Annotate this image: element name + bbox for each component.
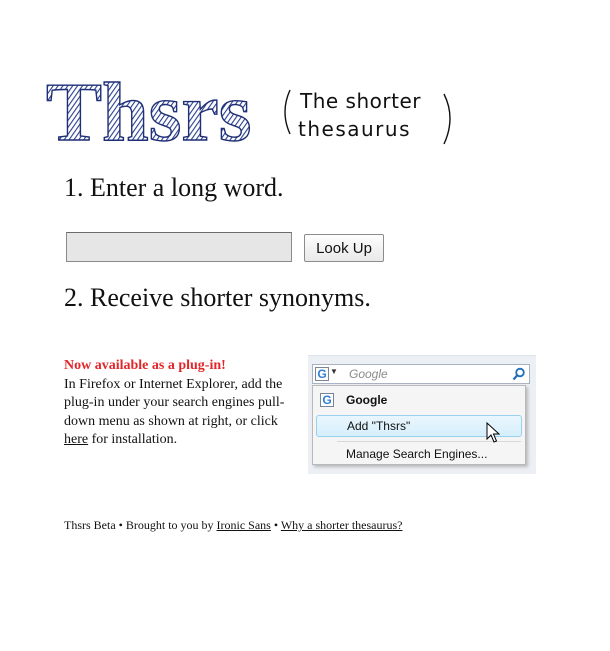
plugin-body-end: for installation. <box>88 432 178 447</box>
footer-separator: • <box>270 518 281 532</box>
tagline: The shorter thesaurus <box>284 89 451 145</box>
menu-item-google-label: Google <box>346 393 388 407</box>
browser-search-box: G ▼ Google <box>312 364 530 384</box>
step-2-heading: 2. Receive shorter synonyms. <box>64 283 371 312</box>
plugin-body: In Firefox or Internet Explorer, add the… <box>64 376 285 429</box>
footer: Thsrs Beta • Brought to you by Ironic Sa… <box>64 518 402 533</box>
tagline-line2: thesaurus <box>298 117 411 141</box>
google-engine-icon: G <box>315 367 329 381</box>
logo-text: Thsrs <box>46 70 251 150</box>
google-icon: G <box>320 393 334 407</box>
menu-item-manage-engines: Manage Search Engines... <box>346 447 488 461</box>
mouse-pointer-icon <box>486 422 501 443</box>
look-up-button[interactable]: Look Up <box>304 234 384 262</box>
install-link[interactable]: here <box>64 432 88 447</box>
plugin-title: Now available as a plug-in! <box>64 358 226 373</box>
why-shorter-link[interactable]: Why a shorter thesaurus? <box>281 518 403 532</box>
word-input[interactable] <box>66 232 292 262</box>
browser-search-placeholder: Google <box>349 367 388 381</box>
menu-item-google: G Google <box>316 390 522 410</box>
step-1-heading: 1. Enter a long word. <box>64 173 284 202</box>
dropdown-caret-icon: ▼ <box>330 367 338 376</box>
footer-prefix: Thsrs Beta • Brought to you by <box>64 518 217 532</box>
plugin-screenshot: G ▼ Google G Google Add "Thsrs" Manage S… <box>308 355 536 474</box>
tagline-line1: The shorter <box>299 89 421 113</box>
thsrs-logo: Thsrs <box>45 70 252 150</box>
magnifier-icon <box>512 367 525 381</box>
plugin-info: Now available as a plug-in! In Firefox o… <box>64 357 304 450</box>
ironic-sans-link[interactable]: Ironic Sans <box>217 518 271 532</box>
